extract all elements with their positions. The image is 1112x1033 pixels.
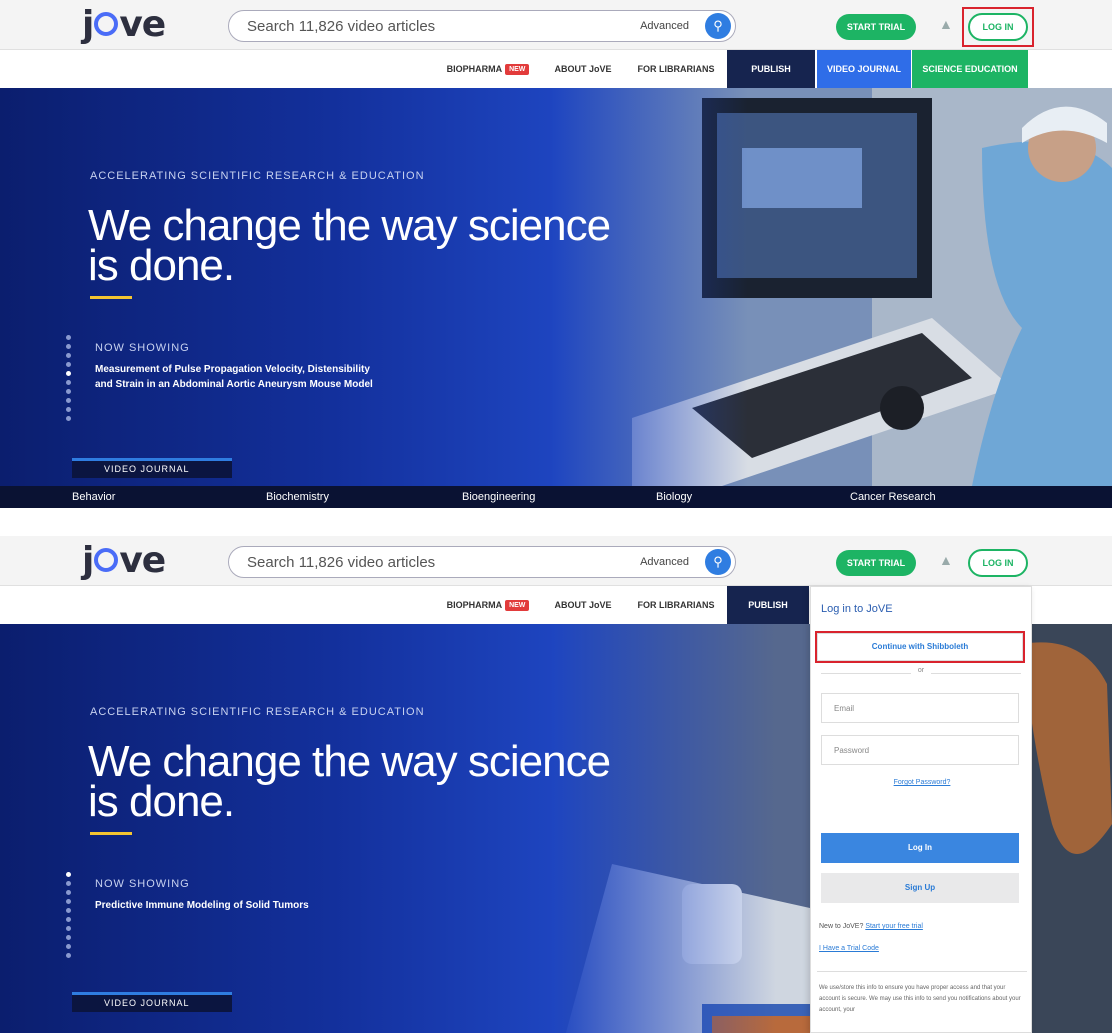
new-badge: NEW: [505, 600, 530, 612]
login-highlight-box: [962, 7, 1034, 47]
new-to-jove-text: New to JoVE? Start your free trial: [819, 923, 923, 930]
search-input[interactable]: [247, 550, 607, 574]
headline-underline: [90, 296, 132, 299]
nav-biopharma[interactable]: BIOPHARMA NEW: [440, 586, 536, 624]
email-field[interactable]: [821, 693, 1019, 723]
main-nav: BIOPHARMA NEW ABOUT JoVE FOR LIBRARIANS P…: [0, 50, 1112, 88]
site-header: jve Advanced ⚲ START TRIAL ▲ LOG IN: [0, 0, 1112, 50]
now-showing-label: NOW SHOWING: [95, 342, 190, 354]
now-showing-label: NOW SHOWING: [95, 878, 190, 890]
nav-about[interactable]: ABOUT JoVE: [540, 586, 626, 624]
category-biochemistry[interactable]: Biochemistry: [266, 486, 329, 508]
password-field[interactable]: [821, 735, 1019, 765]
start-trial-button[interactable]: START TRIAL: [836, 550, 916, 576]
video-journal-tab[interactable]: VIDEO JOURNAL: [72, 458, 232, 478]
category-cancer-research[interactable]: Cancer Research: [850, 486, 936, 508]
panel-separator: [0, 508, 1112, 536]
category-behavior[interactable]: Behavior: [72, 486, 115, 508]
video-journal-tab[interactable]: VIDEO JOURNAL: [72, 992, 232, 1012]
search-input[interactable]: [247, 14, 607, 38]
sign-up-button[interactable]: Sign Up: [821, 873, 1019, 903]
login-dropdown: Log in to JoVE Continue with Shibboleth …: [810, 586, 1032, 1033]
screenshot-panel-1: jve Advanced ⚲ START TRIAL ▲ LOG IN BIOP…: [0, 0, 1112, 508]
nav-biopharma-label: BIOPHARMA: [446, 600, 503, 610]
nav-video-journal[interactable]: VIDEO JOURNAL: [817, 50, 911, 88]
search-icon[interactable]: ⚲: [705, 549, 731, 575]
log-in-button[interactable]: LOG IN: [968, 549, 1028, 577]
new-badge: NEW: [505, 64, 530, 76]
site-header: jve Advanced ⚲ START TRIAL ▲ LOG IN: [0, 536, 1112, 586]
login-dropdown-title: Log in to JoVE: [821, 603, 893, 615]
hero-kicker: ACCELERATING SCIENTIFIC RESEARCH & EDUCA…: [90, 170, 425, 182]
carousel-dots[interactable]: [66, 872, 72, 962]
nav-about[interactable]: ABOUT JoVE: [540, 50, 626, 88]
start-trial-button[interactable]: START TRIAL: [836, 14, 916, 40]
search-bar: Advanced ⚲: [228, 10, 736, 42]
search-bar: Advanced ⚲: [228, 546, 736, 578]
screenshot-panel-2: jve Advanced ⚲ START TRIAL ▲ LOG IN BIOP…: [0, 536, 1112, 1033]
logo-o-icon: [94, 548, 119, 572]
log-in-submit-button[interactable]: Log In: [821, 833, 1019, 863]
advanced-search-link[interactable]: Advanced: [640, 556, 689, 568]
nav-publish[interactable]: PUBLISH: [727, 586, 809, 624]
carousel-dots[interactable]: [66, 335, 72, 425]
privacy-divider: [817, 971, 1027, 972]
search-icon[interactable]: ⚲: [705, 13, 731, 39]
logo-o-icon: [94, 12, 119, 36]
hero-headline: We change the way science is done.: [88, 201, 611, 290]
or-label: or: [911, 667, 931, 674]
advanced-search-link[interactable]: Advanced: [640, 20, 689, 32]
category-biology[interactable]: Biology: [656, 486, 692, 508]
nav-librarians[interactable]: FOR LIBRARIANS: [630, 586, 722, 624]
hero-kicker: ACCELERATING SCIENTIFIC RESEARCH & EDUCA…: [90, 706, 425, 718]
featured-article-title[interactable]: Measurement of Pulse Propagation Velocit…: [95, 362, 375, 392]
trial-code-link[interactable]: I Have a Trial Code: [819, 945, 879, 952]
privacy-notice: We use/store this info to ensure you hav…: [819, 985, 1021, 1013]
jove-logo[interactable]: j ve: [82, 4, 166, 45]
nav-publish[interactable]: PUBLISH: [727, 50, 815, 88]
start-free-trial-link[interactable]: Start your free trial: [865, 923, 923, 930]
nav-librarians[interactable]: FOR LIBRARIANS: [630, 50, 722, 88]
hero-banner: ACCELERATING SCIENTIFIC RESEARCH & EDUCA…: [0, 88, 1112, 486]
forgot-password-link[interactable]: Forgot Password?: [811, 779, 1033, 786]
bell-icon[interactable]: ▲: [939, 552, 953, 568]
nav-biopharma[interactable]: BIOPHARMA NEW: [440, 50, 536, 88]
category-bioengineering[interactable]: Bioengineering: [462, 486, 535, 508]
bell-icon[interactable]: ▲: [939, 16, 953, 32]
hero-photo-lab-ultrasound: [552, 88, 1112, 486]
nav-science-education[interactable]: SCIENCE EDUCATION: [912, 50, 1028, 88]
featured-article-title[interactable]: Predictive Immune Modeling of Solid Tumo…: [95, 898, 375, 913]
nav-biopharma-label: BIOPHARMA: [446, 64, 503, 74]
category-bar: Behavior Biochemistry Bioengineering Bio…: [0, 486, 1112, 508]
shibboleth-highlight-box: [815, 631, 1025, 663]
hero-headline: We change the way science is done.: [88, 737, 611, 826]
headline-underline: [90, 832, 132, 835]
new-to-jove-label: New to JoVE?: [819, 923, 864, 930]
jove-logo[interactable]: j ve: [82, 540, 166, 581]
